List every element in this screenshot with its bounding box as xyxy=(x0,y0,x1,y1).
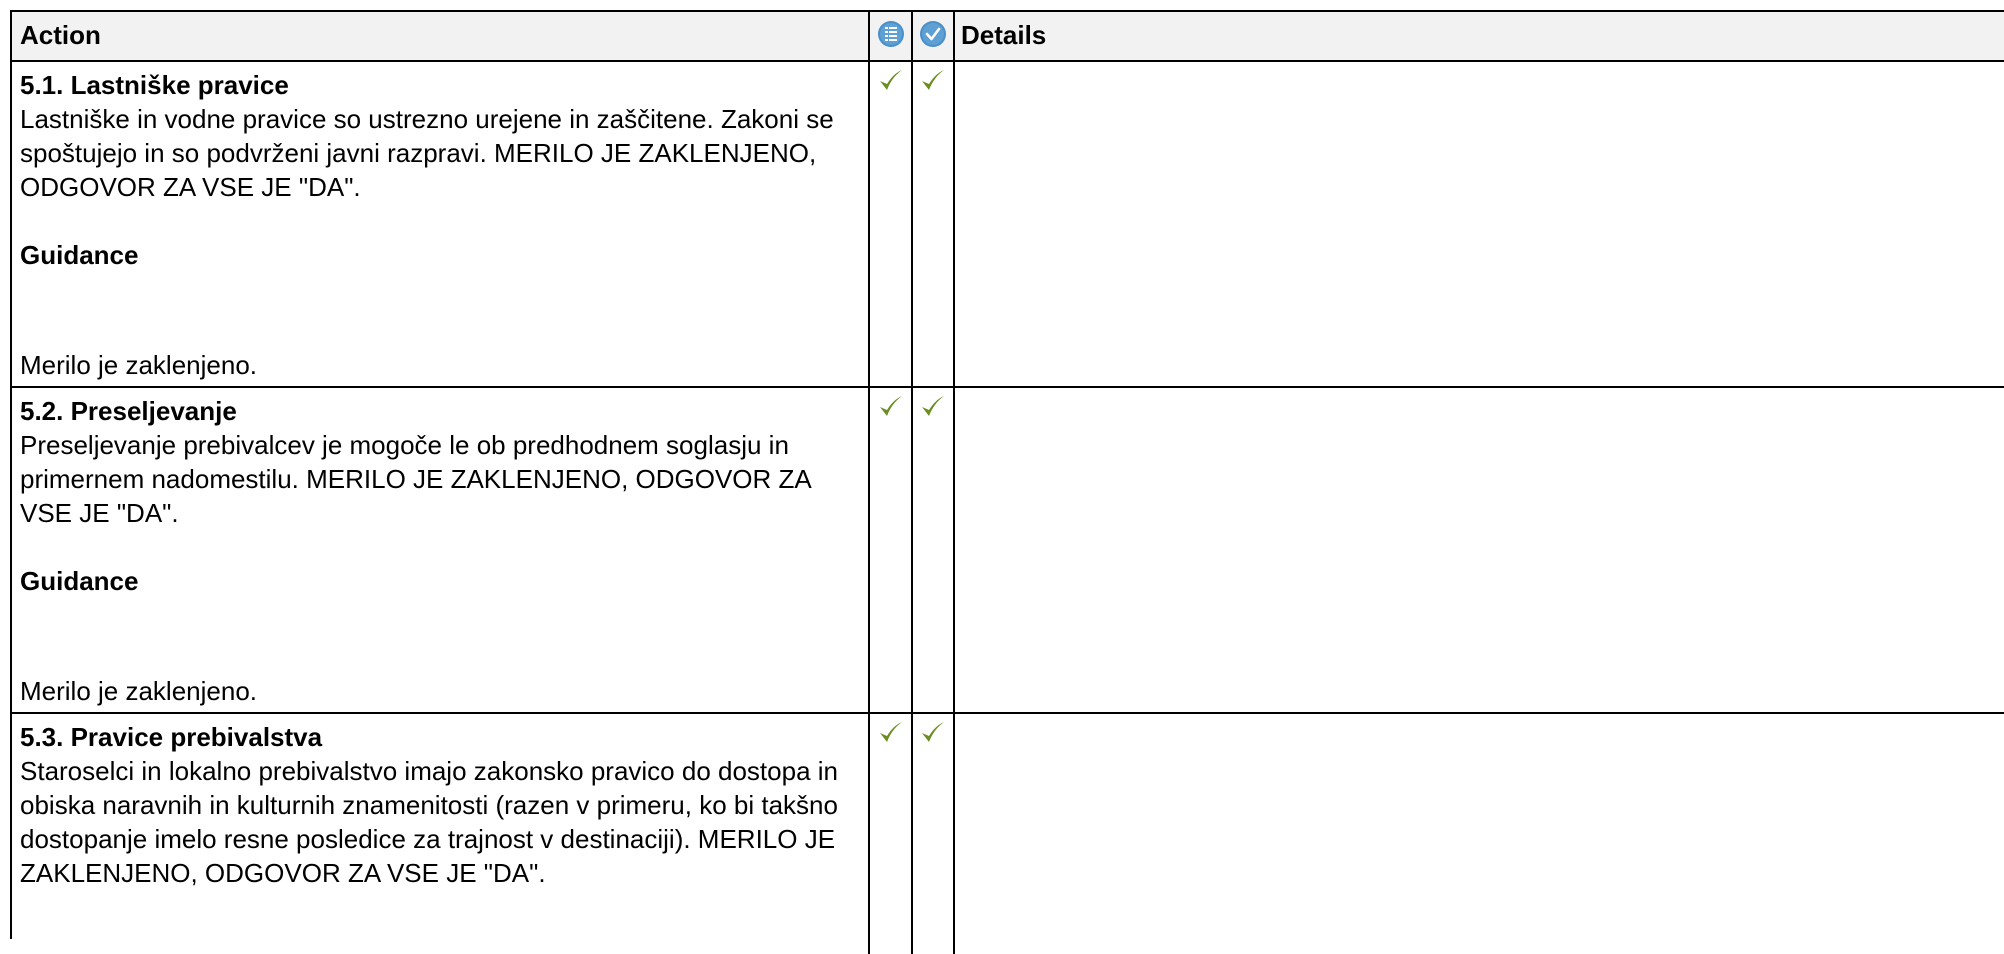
criteria-table: Action Details 5.1. Lastniške pravice La… xyxy=(10,10,2004,954)
action-cell: 5.2. Preseljevanje Preseljevanje prebiva… xyxy=(12,388,870,712)
details-cell[interactable] xyxy=(955,62,2004,386)
criterion-title: 5.1. Lastniške pravice xyxy=(20,70,289,100)
table-row: 5.1. Lastniške pravice Lastniške in vodn… xyxy=(12,62,2004,388)
list-icon xyxy=(877,20,905,53)
check-circle-icon xyxy=(919,20,947,53)
criterion-title: 5.2. Preseljevanje xyxy=(20,396,237,426)
action-header-label: Action xyxy=(20,20,101,50)
status-cell-2 xyxy=(913,388,955,712)
details-cell[interactable] xyxy=(955,388,2004,712)
status-cell-2 xyxy=(913,714,955,954)
status-cell-1 xyxy=(870,62,913,386)
action-column-header: Action xyxy=(12,12,870,60)
column-header-icon-2 xyxy=(913,12,955,60)
status-cell-1 xyxy=(870,388,913,712)
details-cell[interactable] xyxy=(955,714,2004,954)
criterion-description: Staroselci in lokalno prebivalstvo imajo… xyxy=(20,756,838,888)
checkmark-icon xyxy=(920,720,946,751)
guidance-text: Merilo je zaklenjeno. xyxy=(20,350,258,380)
checkmark-icon xyxy=(878,68,904,99)
details-column-header: Details xyxy=(955,12,2004,60)
status-cell-1 xyxy=(870,714,913,954)
action-cell: 5.3. Pravice prebivalstva Staroselci in … xyxy=(12,714,870,954)
action-cell: 5.1. Lastniške pravice Lastniške in vodn… xyxy=(12,62,870,386)
criterion-description: Lastniške in vodne pravice so ustrezno u… xyxy=(20,104,834,202)
column-header-icon-1 xyxy=(870,12,913,60)
table-header: Action Details xyxy=(12,12,2004,62)
checkmark-icon xyxy=(878,394,904,425)
guidance-text: Merilo je zaklenjeno. xyxy=(20,676,258,706)
table-row: 5.3. Pravice prebivalstva Staroselci in … xyxy=(12,714,2004,954)
guidance-label: Guidance xyxy=(20,566,139,596)
status-cell-2 xyxy=(913,62,955,386)
checkmark-icon xyxy=(920,68,946,99)
table-row: 5.2. Preseljevanje Preseljevanje prebiva… xyxy=(12,388,2004,714)
criterion-title: 5.3. Pravice prebivalstva xyxy=(20,722,323,752)
details-header-label: Details xyxy=(961,20,1047,50)
guidance-label: Guidance xyxy=(20,240,139,270)
criterion-description: Preseljevanje prebivalcev je mogoče le o… xyxy=(20,430,811,528)
checkmark-icon xyxy=(878,720,904,751)
checkmark-icon xyxy=(920,394,946,425)
